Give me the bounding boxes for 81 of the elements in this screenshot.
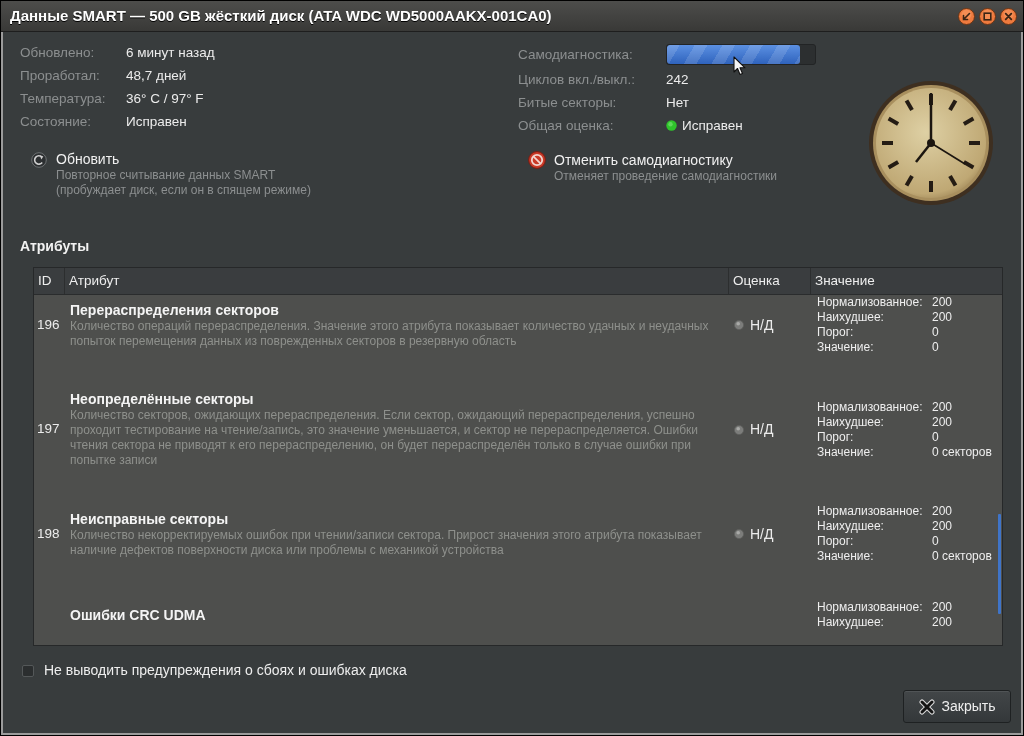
field-label: Температура: <box>20 90 107 108</box>
attribute-value: 200 <box>932 414 954 430</box>
field-value: Исправен <box>682 117 743 135</box>
attribute-value: 200 <box>932 600 954 615</box>
attribute-name: Неисправные секторы <box>70 510 230 528</box>
attribute-id: 197 <box>36 420 61 439</box>
field-value: Нет <box>666 94 690 112</box>
value-label: Значение: <box>817 444 875 460</box>
window-title: Данные SMART — 500 GB жёсткий диск (ATA WDC WD5000AAKX-001CA0) <box>10 5 553 26</box>
attribute-description: Количество некорректируемых ошибок при чтении/записи сектора. Прирост значения этого атрибута показывает наличие дефектов поверхности диска или проблемы с механикой устройства <box>70 527 703 558</box>
attribute-name: Неопределённые секторы <box>70 391 255 408</box>
close-icon[interactable] <box>1000 7 1017 25</box>
field-value: 242 <box>666 71 690 89</box>
field-label: Состояние: <box>20 113 93 131</box>
attribute-name: Ошибки CRC UDMA <box>70 606 207 624</box>
column-header[interactable]: ID <box>34 268 65 294</box>
value-label: Значение: <box>817 549 875 564</box>
value-label: Порог: <box>817 325 855 340</box>
cancel-action-button[interactable]: Отменить самодиагностику <box>528 151 733 169</box>
close-icon <box>918 698 935 715</box>
field-value: 48,7 дней <box>126 67 188 85</box>
column-header[interactable]: Значение <box>811 268 1002 294</box>
refresh-action-button[interactable]: Обновить <box>31 151 120 168</box>
value-label: Нормализованное: <box>817 504 924 519</box>
cancel-icon <box>528 151 546 169</box>
mouse-pointer-icon <box>733 56 746 76</box>
close-button[interactable]: Закрыть <box>903 690 1011 723</box>
checkbox-label[interactable]: Не выводить предупреждения о сбоях и ошибках диска <box>44 660 407 681</box>
column-header[interactable]: Атрибут <box>65 268 729 294</box>
attribute-name: Перераспределения секторов <box>70 301 280 319</box>
attribute-value: 200 <box>932 310 954 325</box>
attribute-value: 200 <box>932 399 954 415</box>
status-dot-icon <box>734 320 744 330</box>
value-label: Нормализованное: <box>817 600 924 615</box>
value-label: Наихудшее: <box>817 519 885 534</box>
scrollbar-indicator[interactable] <box>998 514 1001 614</box>
status-dot-icon <box>666 120 677 131</box>
minimize-icon[interactable] <box>958 7 975 25</box>
maximize-icon[interactable] <box>979 7 996 25</box>
column-header[interactable]: Оценка <box>729 268 811 294</box>
value-label: Нормализованное: <box>817 399 924 415</box>
refresh-icon <box>31 151 47 168</box>
attribute-value: 0 секторов <box>932 549 993 564</box>
field-label: Общая оценка: <box>518 117 615 135</box>
value-label: Нормализованное: <box>817 295 924 310</box>
attribute-value: 200 <box>932 615 954 630</box>
attribute-value: 0 <box>932 429 940 445</box>
field-value: Исправен <box>126 113 188 131</box>
attribute-id: 198 <box>36 524 61 543</box>
assessment-text: Н/Д <box>750 315 774 335</box>
attribute-value: 0 <box>932 534 940 549</box>
section-heading: Атрибуты <box>20 237 91 255</box>
value-label: Наихудшее: <box>817 615 885 630</box>
field-value: 36° C / 97° F <box>126 90 205 108</box>
field-label: Битые секторы: <box>518 94 618 112</box>
assessment-text: Н/Д <box>750 524 774 544</box>
status-dot-icon <box>734 424 744 435</box>
value-label: Значение: <box>817 340 875 355</box>
attribute-value: 0 <box>932 340 940 355</box>
attribute-id: 196 <box>36 315 61 334</box>
attribute-value: 200 <box>932 295 954 310</box>
value-label: Наихудшее: <box>817 310 885 325</box>
attribute-value: 0 секторов <box>932 444 993 460</box>
field-value: 6 минут назад <box>126 44 216 62</box>
attribute-value: 200 <box>932 519 954 534</box>
action-description: Повторное считывание данных SMART (пробуждает диск, если он в спящем режиме) <box>56 168 312 198</box>
value-label: Наихудшее: <box>817 414 885 430</box>
action-description: Отменяет проведение самодиагностики <box>554 169 779 184</box>
value-label: Порог: <box>817 534 855 549</box>
field-label: Проработал: <box>20 67 101 85</box>
checkbox[interactable] <box>22 664 34 677</box>
attribute-value: 200 <box>932 504 954 519</box>
field-label: Самодиагностика: <box>518 46 634 64</box>
assessment-text: Н/Д <box>750 420 774 439</box>
attribute-value: 0 <box>932 325 940 340</box>
attribute-description: Количество секторов, ожидающих перераспределения. Если сектор, ожидающий перераспределения, успешно проходит тестирование на чтение/запись, это значение уменьшается, и сектор не перераспределяется. Ошибки чтения сектора не приводят к его перераспределению, он будет перераспределён только в случае ошибки при попытке записи <box>70 408 699 468</box>
field-label: Обновлено: <box>20 44 96 62</box>
status-dot-icon <box>734 529 744 539</box>
value-label: Порог: <box>817 429 855 445</box>
field-label: Циклов вкл./выкл.: <box>518 71 636 89</box>
attribute-description: Количество операций перераспределения. Значение этого атрибута показывает количество удачных и неудачных попыток перемещения данных из поврежденных секторов в резервную область <box>70 318 710 349</box>
